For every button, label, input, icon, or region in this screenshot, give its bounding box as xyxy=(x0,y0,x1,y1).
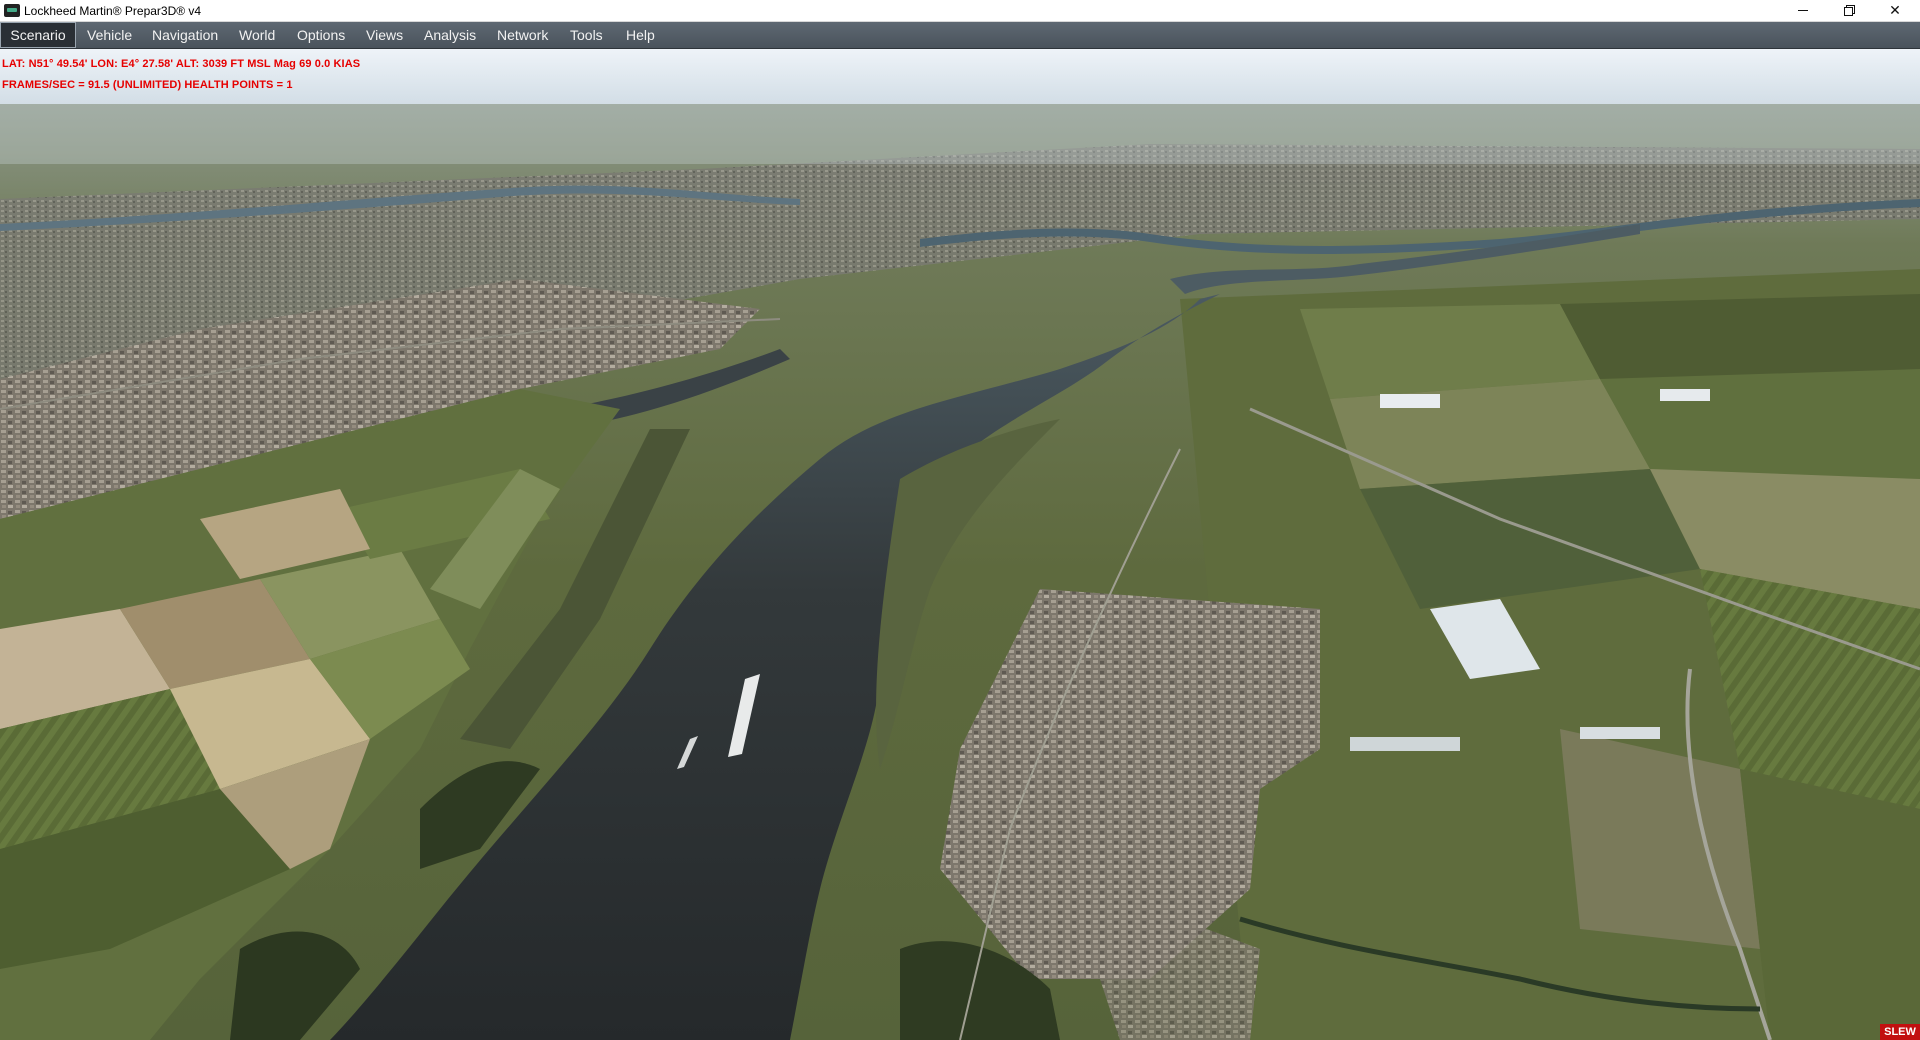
menu-bar: Scenario Vehicle Navigation World Option… xyxy=(0,22,1920,49)
menu-views[interactable]: Views xyxy=(362,22,407,48)
close-icon[interactable]: ✕ xyxy=(1872,0,1918,21)
menu-navigation[interactable]: Navigation xyxy=(148,22,222,48)
menu-world[interactable]: World xyxy=(235,22,279,48)
menu-tools[interactable]: Tools xyxy=(566,22,607,48)
hud-position-readout: LAT: N51° 49.54' LON: E4° 27.58' ALT: 30… xyxy=(2,58,361,70)
aerial-scenery xyxy=(0,49,1920,1040)
hud-fps-readout: FRAMES/SEC = 91.5 (UNLIMITED) HEALTH POI… xyxy=(2,79,293,91)
menu-help[interactable]: Help xyxy=(622,22,659,48)
menu-analysis[interactable]: Analysis xyxy=(420,22,480,48)
menu-scenario[interactable]: Scenario xyxy=(0,22,76,48)
restore-icon[interactable] xyxy=(1826,0,1872,21)
scenery-viewport[interactable] xyxy=(0,49,1920,1040)
slew-indicator: SLEW xyxy=(1880,1024,1920,1040)
menu-network[interactable]: Network xyxy=(493,22,552,48)
menu-vehicle[interactable]: Vehicle xyxy=(83,22,136,48)
minimize-icon[interactable] xyxy=(1780,0,1826,21)
title-bar: Lockheed Martin® Prepar3D® v4 ✕ xyxy=(0,0,1920,22)
menu-options[interactable]: Options xyxy=(293,22,349,48)
app-icon xyxy=(4,4,20,17)
window-title: Lockheed Martin® Prepar3D® v4 xyxy=(24,4,202,18)
